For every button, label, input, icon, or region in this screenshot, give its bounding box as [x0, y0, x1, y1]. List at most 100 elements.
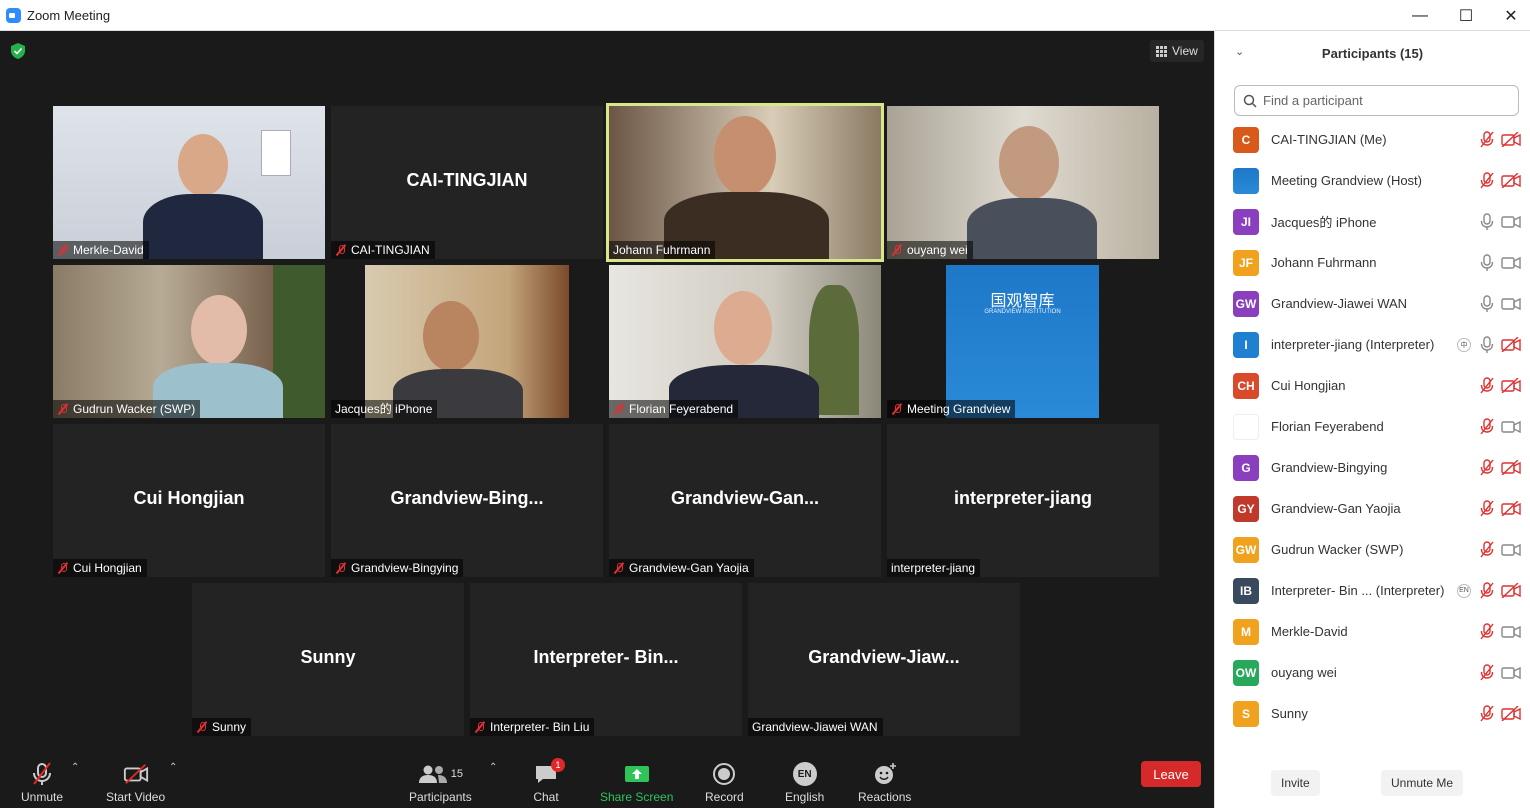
participant-avatar: GW	[1233, 290, 1259, 317]
unmute-button[interactable]: Unmute	[21, 762, 63, 804]
participant-row[interactable]: JF Johann Fuhrmann	[1215, 242, 1530, 283]
participant-name: Grandview-Bingying	[1271, 460, 1388, 475]
camera-off-icon	[1501, 336, 1521, 353]
participant-name-label: Grandview-Gan Yaojia	[609, 559, 754, 577]
muted-mic-icon	[474, 721, 486, 733]
participant-row[interactable]: IB Interpreter- Bin ... (Interpreter) EN	[1215, 570, 1530, 611]
close-button[interactable]: ✕	[1488, 0, 1530, 31]
participant-row[interactable]: Florian Feyerabend	[1215, 406, 1530, 447]
participant-row[interactable]: GW Gudrun Wacker (SWP)	[1215, 529, 1530, 570]
audio-options-caret-icon[interactable]: ⌃	[71, 762, 79, 773]
leave-meeting-button[interactable]: Leave	[1141, 761, 1201, 787]
camera-off-icon	[1501, 705, 1521, 722]
video-tile[interactable]: 国观智库 GRANDVIEW INSTITUTION Meeting Grand…	[887, 265, 1159, 418]
reactions-smiley-icon	[874, 763, 896, 784]
camera-icon	[1501, 624, 1521, 639]
chat-button[interactable]: 1 Chat	[533, 758, 565, 804]
camera-icon	[1501, 419, 1521, 434]
participant-name: ouyang wei	[1271, 665, 1337, 680]
camera-icon	[1501, 542, 1521, 557]
participant-row[interactable]: GW Grandview-Jiawei WAN	[1215, 283, 1530, 324]
participant-row[interactable]: Meeting Grandview (Host)	[1215, 160, 1530, 201]
muted-mic-icon	[335, 244, 347, 256]
participant-row[interactable]: S Sunny	[1215, 693, 1530, 734]
participant-row[interactable]: Iinterpreter-jiang (Interpreter) 中	[1215, 324, 1530, 365]
camera-icon	[1501, 296, 1521, 311]
participant-search-input[interactable]	[1263, 93, 1503, 108]
video-tile[interactable]: ouyang wei	[887, 106, 1159, 259]
video-options-caret-icon[interactable]: ⌃	[169, 762, 177, 773]
camera-off-icon	[1501, 582, 1521, 599]
participant-name-label: CAI-TINGJIAN	[331, 241, 435, 259]
video-tile[interactable]: Grandview-Bing... Grandview-Bingying	[331, 424, 603, 577]
muted-mic-icon	[891, 244, 903, 256]
start-video-button[interactable]: Start Video	[106, 762, 165, 804]
video-tile[interactable]: Interpreter- Bin... Interpreter- Bin Liu	[470, 583, 742, 736]
muted-mic-icon	[57, 244, 69, 256]
view-button[interactable]: View	[1150, 40, 1204, 62]
share-screen-button[interactable]: Share Screen	[600, 762, 673, 804]
participant-row[interactable]: G Grandview-Bingying	[1215, 447, 1530, 488]
participant-name: Sunny	[1271, 706, 1308, 721]
participant-row[interactable]: OW ouyang wei	[1215, 652, 1530, 693]
microphone-icon	[1479, 254, 1495, 271]
muted-microphone-icon	[1479, 582, 1495, 599]
participant-name-label: Meeting Grandview	[887, 400, 1016, 418]
participant-display-name: Grandview-Jiaw...	[808, 647, 960, 667]
language-interpretation-button[interactable]: EN English	[785, 762, 824, 804]
participant-row[interactable]: GY Grandview-Gan Yaojia	[1215, 488, 1530, 529]
participant-name-label: interpreter-jiang	[887, 559, 981, 577]
encryption-shield-icon[interactable]	[11, 43, 25, 59]
participant-row[interactable]: M Merkle-David	[1215, 611, 1530, 652]
participant-name: CAI-TINGJIAN (Me)	[1271, 132, 1387, 147]
video-tile[interactable]: Merkle-David	[53, 106, 325, 259]
participant-display-name: Interpreter- Bin...	[533, 647, 679, 667]
video-tile[interactable]: Grandview-Gan... Grandview-Gan Yaojia	[609, 424, 881, 577]
participants-options-caret-icon[interactable]: ⌃	[489, 762, 497, 773]
video-tile[interactable]: Jacques的 iPhone	[331, 265, 603, 418]
participant-avatar: CH	[1233, 372, 1259, 399]
participant-display-name: interpreter-jiang	[953, 488, 1093, 508]
camera-icon	[1501, 665, 1521, 680]
video-tile[interactable]: Grandview-Jiaw... Grandview-Jiawei WAN	[748, 583, 1020, 736]
participants-panel-footer: Invite Unmute Me	[1215, 762, 1530, 808]
record-button[interactable]: Record	[705, 762, 744, 804]
grid-icon	[1156, 45, 1167, 57]
participant-name-label: Grandview-Jiawei WAN	[748, 718, 883, 736]
participants-icon	[418, 765, 447, 783]
participant-row[interactable]: CH Cui Hongjian	[1215, 365, 1530, 406]
video-tile[interactable]: CAI-TINGJIAN CAI-TINGJIAN	[331, 106, 603, 259]
participants-button[interactable]: 15 Participants	[409, 762, 472, 804]
video-tile[interactable]: interpreter-jiang interpreter-jiang	[887, 424, 1159, 577]
minimize-button[interactable]: —	[1397, 0, 1443, 31]
microphone-icon	[1479, 213, 1495, 230]
muted-mic-icon	[613, 403, 625, 415]
participant-name-label: Grandview-Bingying	[331, 559, 464, 577]
participant-avatar: OW	[1233, 659, 1259, 686]
participant-avatar: I	[1233, 331, 1259, 358]
invite-button[interactable]: Invite	[1271, 770, 1320, 796]
participant-search-box[interactable]	[1234, 85, 1519, 116]
video-tile[interactable]: Cui Hongjian Cui Hongjian	[53, 424, 325, 577]
camera-off-icon	[1501, 131, 1521, 148]
share-screen-icon	[624, 766, 649, 782]
active-speaker-video-tile[interactable]: Johann Fuhrmann	[606, 103, 884, 262]
participant-name: Grandview-Jiawei WAN	[1271, 296, 1408, 311]
participant-name-label: Merkle-David	[53, 241, 149, 259]
video-tile[interactable]: Sunny Sunny	[192, 583, 464, 736]
muted-microphone-icon	[1479, 131, 1495, 148]
video-tile[interactable]: Florian Feyerabend	[609, 265, 881, 418]
participant-display-name: Sunny	[300, 647, 356, 667]
participant-avatar	[1233, 413, 1259, 440]
chat-unread-badge: 1	[551, 758, 565, 772]
participants-panel: ⌄ Participants (15) CCAI-TINGJIAN (Me)Me…	[1214, 31, 1530, 808]
participant-row[interactable]: JI Jacques的 iPhone	[1215, 201, 1530, 242]
record-icon	[713, 763, 736, 785]
reactions-button[interactable]: Reactions	[858, 762, 911, 804]
participant-row[interactable]: C CAI-TINGJIAN (Me)	[1215, 119, 1530, 160]
maximize-button[interactable]: ☐	[1443, 0, 1489, 31]
participant-avatar: G	[1233, 454, 1259, 481]
video-tile[interactable]: Gudrun Wacker (SWP)	[53, 265, 325, 418]
unmute-me-button[interactable]: Unmute Me	[1381, 770, 1464, 796]
participant-name: Meeting Grandview (Host)	[1271, 173, 1422, 188]
